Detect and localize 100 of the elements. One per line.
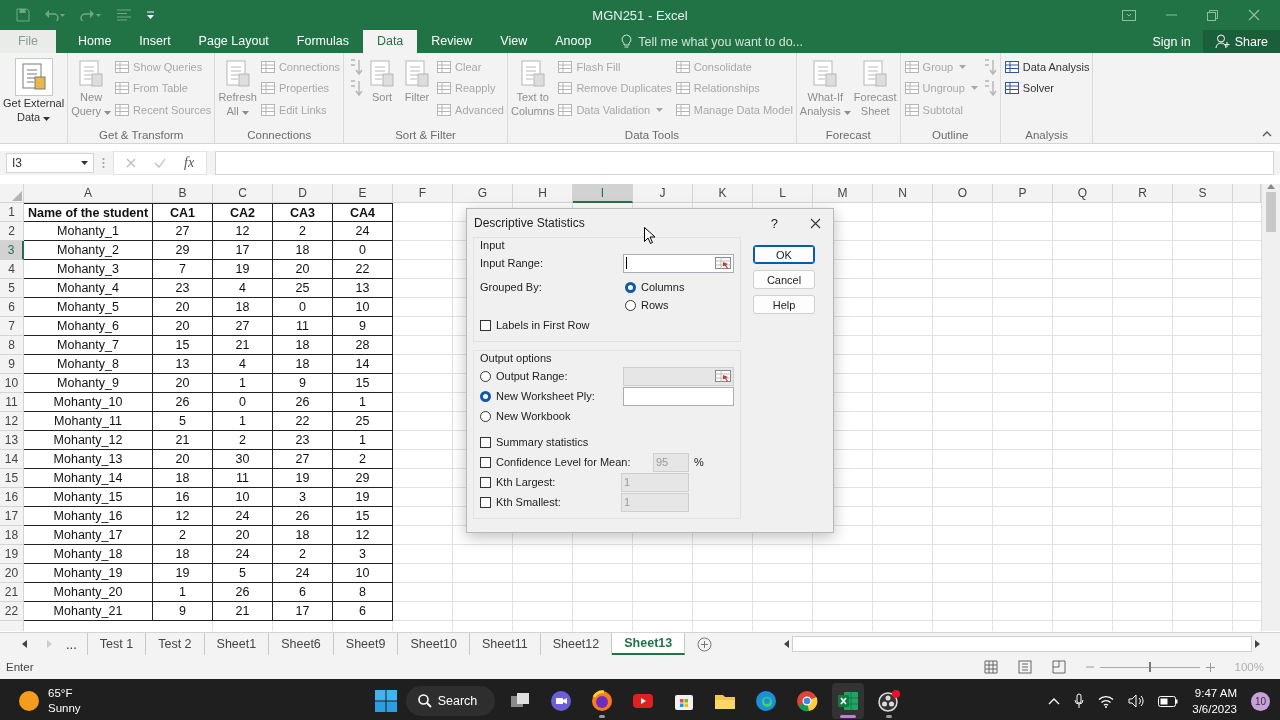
column-header[interactable]: L — [753, 184, 813, 203]
ribbon-button[interactable]: Get External Data — [2, 56, 66, 130]
column-header[interactable]: S — [1173, 184, 1233, 203]
dialog-button[interactable]: Help — [753, 295, 815, 314]
clock-time[interactable]: 9:47 AM — [1194, 685, 1237, 701]
tell-me-field[interactable]: Tell me what you want to do... — [638, 34, 803, 49]
checkmark-icon[interactable] — [154, 158, 166, 168]
radio-button[interactable] — [625, 281, 636, 293]
column-header[interactable]: N — [873, 184, 933, 203]
radio-label[interactable]: New Worksheet Ply: — [496, 390, 595, 402]
scrollbar-thumb[interactable] — [1266, 192, 1276, 232]
horizontal-scrollbar[interactable] — [784, 633, 1260, 655]
row-header[interactable]: 2 — [0, 222, 24, 241]
name-box[interactable]: I3 — [6, 153, 94, 173]
radio-button[interactable] — [625, 299, 636, 311]
row-header[interactable]: 6 — [0, 298, 24, 317]
column-header[interactable]: H — [513, 184, 573, 203]
column-header[interactable]: K — [693, 184, 753, 203]
radio-label[interactable]: Columns — [641, 281, 685, 293]
redo-icon[interactable] — [80, 9, 102, 21]
zoom-in-icon[interactable] — [1205, 662, 1215, 672]
row-header[interactable]: 12 — [0, 412, 24, 431]
column-header[interactable]: F — [393, 184, 453, 203]
row-header[interactable]: 13 — [0, 431, 24, 450]
row-header[interactable]: 3 — [0, 241, 24, 260]
column-header[interactable]: R — [1113, 184, 1173, 203]
row-header[interactable]: 20 — [0, 564, 24, 583]
battery-icon[interactable] — [1158, 695, 1179, 707]
checkbox[interactable] — [480, 476, 491, 488]
insert-function-button[interactable]: fx — [184, 155, 195, 171]
column-header[interactable]: E — [333, 184, 393, 203]
ribbon-tab[interactable]: Formulas — [282, 30, 363, 53]
page-break-icon[interactable] — [1051, 660, 1066, 674]
checkbox-label[interactable]: Kth Smallest: — [496, 496, 561, 508]
row-header[interactable]: 19 — [0, 545, 24, 564]
row-header[interactable]: 11 — [0, 393, 24, 412]
microphone-icon[interactable] — [1074, 693, 1085, 709]
ribbon-tab[interactable]: Review — [417, 30, 487, 53]
ribbon-tab[interactable]: Insert — [125, 30, 185, 53]
previous-sheet-icon[interactable] — [22, 640, 27, 648]
column-header[interactable]: P — [993, 184, 1053, 203]
column-header[interactable]: O — [933, 184, 993, 203]
checkbox[interactable] — [480, 456, 491, 468]
checkbox[interactable] — [480, 496, 491, 508]
ribbon-tab[interactable]: Data — [362, 30, 418, 53]
column-header[interactable]: B — [153, 184, 213, 203]
radio-button[interactable] — [480, 390, 491, 402]
ribbon-display-icon[interactable] — [1122, 9, 1136, 21]
radio-label[interactable]: Rows — [641, 299, 669, 311]
radio-button[interactable] — [480, 410, 491, 422]
formula-input[interactable] — [215, 151, 1274, 175]
chevron-up-icon[interactable] — [1048, 697, 1061, 705]
ribbon-button[interactable]: Solver — [1002, 77, 1091, 99]
ribbon-button[interactable]: Data Analysis — [1002, 56, 1091, 78]
row-header[interactable]: 16 — [0, 488, 24, 507]
ribbon-tab[interactable]: Home — [64, 30, 126, 53]
customize-icon[interactable] — [146, 11, 155, 19]
restore-icon[interactable] — [1207, 9, 1218, 21]
lines-icon[interactable] — [116, 9, 132, 21]
ribbon-tab[interactable]: View — [486, 30, 542, 53]
start-icon[interactable] — [374, 690, 397, 712]
row-header[interactable]: 18 — [0, 526, 24, 545]
column-header[interactable]: C — [213, 184, 273, 203]
column-header[interactable]: G — [453, 184, 513, 203]
ribbon-tab[interactable]: Page Layout — [184, 30, 283, 53]
column-header[interactable]: A — [24, 184, 153, 203]
scroll-up-icon[interactable] — [1267, 184, 1275, 189]
help-button[interactable]: ? — [770, 215, 778, 231]
checkbox-label[interactable]: Confidence Level for Mean: — [496, 456, 631, 468]
checkbox[interactable] — [480, 319, 491, 331]
share-button[interactable]: Share — [1202, 30, 1280, 53]
scroll-left-icon[interactable] — [784, 640, 789, 648]
range-picker-icon[interactable] — [715, 257, 731, 269]
row-header[interactable]: 8 — [0, 336, 24, 355]
vertical-scrollbar[interactable] — [1261, 184, 1280, 631]
column-header[interactable]: Q — [1053, 184, 1113, 203]
zoom-thumb[interactable] — [1148, 661, 1151, 672]
page-layout-icon[interactable] — [1017, 660, 1032, 674]
clock-date[interactable]: 3/6/2023 — [1192, 701, 1237, 717]
checkbox-label[interactable]: Labels in First Row — [496, 319, 590, 331]
scroll-right-icon[interactable] — [1255, 640, 1260, 648]
collapse-ribbon-icon[interactable] — [1262, 131, 1272, 137]
checkbox-label[interactable]: Kth Largest: — [496, 476, 556, 488]
row-header[interactable]: 14 — [0, 450, 24, 469]
row-header[interactable]: 22 — [0, 602, 24, 621]
sheet-tab[interactable]: Sheet13 — [612, 633, 686, 655]
volume-icon[interactable] — [1128, 694, 1145, 708]
column-header[interactable]: M — [813, 184, 873, 203]
row-header[interactable]: 7 — [0, 317, 24, 336]
close-icon[interactable] — [810, 217, 821, 229]
row-header[interactable]: 5 — [0, 279, 24, 298]
sign-in-link[interactable]: Sign in — [1140, 34, 1203, 49]
row-header[interactable]: 10 — [0, 374, 24, 393]
ribbon-tab[interactable]: Anoop — [541, 30, 606, 53]
search-button[interactable]: Search — [405, 686, 496, 716]
normal-view-icon[interactable] — [983, 660, 998, 674]
column-header[interactable]: J — [633, 184, 693, 203]
taskbar-app-button[interactable] — [832, 683, 865, 719]
wifi-icon[interactable] — [1098, 694, 1115, 708]
column-header[interactable]: D — [273, 184, 333, 203]
